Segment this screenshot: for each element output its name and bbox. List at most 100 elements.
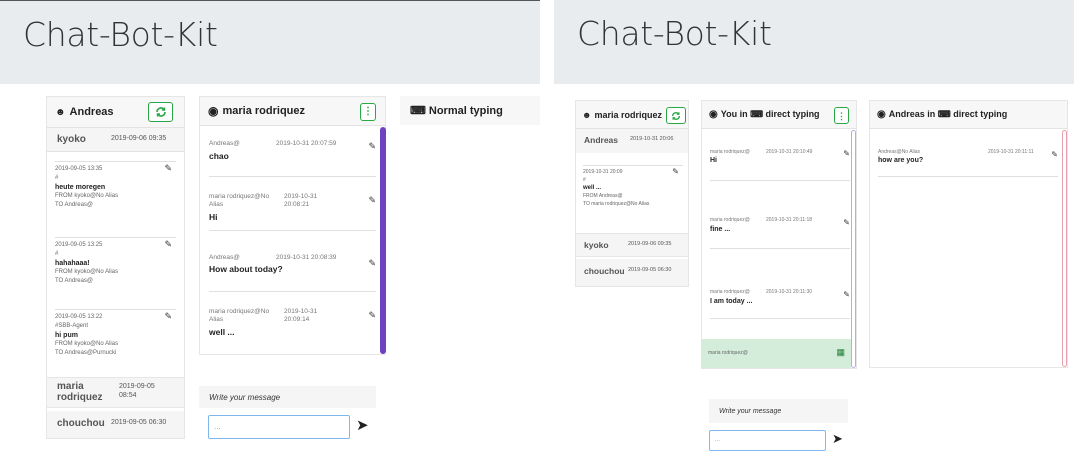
send-bird-icon[interactable]: ➤ [356,416,369,434]
chat-panel: ◉ You in ⌨ direct typing ⋮ maria rodriqu… [701,100,857,369]
message-from: FROM kyoko@No Alias [55,341,119,347]
users-panel: ☻ maria rodriquez Andreas 2019-10-31 20:… [575,100,689,287]
contact-name: kyoko [57,134,86,145]
edit-icon[interactable]: ✎ [843,290,850,299]
message-text: fine ... [710,226,731,233]
edit-icon[interactable]: ✎ [164,240,172,249]
edit-icon[interactable]: ✎ [368,310,376,321]
current-user-name: Andreas [69,106,114,118]
message-author: maria rodriquez@No Alias [209,193,270,208]
andreas-scrollbar[interactable] [1062,130,1067,367]
contact-item-chouchou[interactable]: chouchou 2019-09-05 06:30 [576,259,688,286]
chat-panel-header: ◉ You in ⌨ direct typing ⋮ [702,101,856,129]
contact-item-maria-rodriquez[interactable]: maria rodriquez 2019-09-05 08:54 [47,377,184,408]
message-text: hahahaaa! [55,260,90,267]
chat-panel: ◉ maria rodriquez ⋮ Andreas@ 2019-10-31 … [199,96,386,355]
send-bird-icon[interactable]: ➤ [832,431,843,447]
message-text: how are you? [878,157,924,164]
message-text: hi pum [55,332,78,339]
chat-panel-header: ◉ maria rodriquez ⋮ [200,97,385,126]
message-date: 2019-10-31 20:07:59 [276,140,337,147]
message-text: well ... [583,185,602,191]
message-date: 2019-09-05 13:35 [55,166,103,172]
user-circle-icon: ◉ [709,109,718,120]
message-author: maria rodriquez@ [710,217,750,223]
message-date: 2019-09-05 13:25 [55,242,103,248]
app-title: Chat-Bot-Kit [23,15,218,54]
file-icon[interactable]: ▦ [836,347,845,358]
message-date: 2019-10-31 20:10:49 [766,149,813,155]
message-date: 2019-10-31 20:11:11 [988,149,1034,155]
chat-scrollbar[interactable] [380,127,386,354]
write-message-label: Write your message [709,399,848,423]
typing-panel-header: ⌨ Normal typing [400,96,540,125]
current-user-name: maria rodriquez [594,109,663,120]
message-author: maria rodriquez@ [710,289,750,295]
message-date: 2019-09-05 13:22 [55,314,103,320]
message-author: maria rodriquez@No Alias [209,308,270,323]
message-text: well ... [209,327,235,337]
contact-item-chouchou[interactable]: chouchou 2019-09-05 06:30 [47,411,184,438]
contact-date: 2019-09-05 06:30 [628,267,672,273]
contact-item-andreas[interactable]: Andreas 2019-10-31 20:06 [576,129,688,153]
refresh-button[interactable] [666,107,686,124]
users-panel-header: ☻ maria rodriquez [576,101,688,129]
message-text: Hi [209,212,218,222]
app-header-left: Chat-Bot-Kit [0,0,540,84]
message-from: FROM kyoko@No Alias [55,193,119,199]
draft-message: maria rodriquez@ ▦ [702,339,851,368]
message-tag: #SBB-Agent [55,323,89,329]
andreas-panel-title: Andreas in ⌨ direct typing [888,109,1008,119]
message-author: maria rodriquez@ [710,149,750,155]
message-text: heute moregen [55,184,106,191]
contact-name: chouchou [584,266,625,276]
chat-title: maria rodriquez [222,105,306,117]
sync-icon [155,107,166,117]
edit-icon[interactable]: ✎ [843,149,850,158]
andreas-panel-header: ◉ Andreas in ⌨ direct typing [870,101,1067,129]
menu-button[interactable]: ⋮ [360,103,376,121]
message-tag: # [55,175,59,181]
edit-icon[interactable]: ✎ [1051,150,1058,159]
contact-item-kyoko[interactable]: kyoko 2019-09-06 09:35 [47,128,184,152]
message-tag: # [55,251,59,257]
edit-icon[interactable]: ✎ [843,218,850,227]
message-date: 2019-10-31 20:09 [583,169,623,175]
message-item: 2019-09-05 13:22 #SBB-Agent hi pum FROM … [55,309,176,369]
chat-scrollbar[interactable] [851,130,856,368]
message-from: FROM kyoko@No Alias [55,269,119,275]
contact-date: 2019-09-05 08:54 [119,383,155,399]
message-to: TO Andreas@ [55,278,93,284]
chat-message: maria rodriquez@No Alias 2019-10-31 20:0… [209,304,376,344]
user-circle-icon: ☻ [55,106,66,118]
user-circle-icon: ◉ [877,109,886,120]
contact-name: chouchou [57,418,105,429]
vertical-dots-icon: ⋮ [837,110,846,121]
keyboard-icon: ⌨ [410,105,426,117]
edit-icon[interactable]: ✎ [368,195,376,206]
andreas-typing-panel: ◉ Andreas in ⌨ direct typing Andreas@No … [869,100,1068,368]
write-message-label: Write your message [199,386,376,408]
edit-icon[interactable]: ✎ [368,258,376,269]
contact-date: 2019-09-06 09:35 [628,241,672,247]
message-item: 2019-09-05 13:35 # heute moregen FROM ky… [55,161,176,221]
edit-icon[interactable]: ✎ [164,164,172,173]
refresh-button[interactable] [148,102,173,122]
edit-icon[interactable]: ✎ [164,312,172,321]
message-date: 2019-10-31 20:08:21 [284,193,318,208]
contact-date: 2019-10-31 20:06 [630,136,674,142]
chat-title: You in ⌨ direct typing [720,109,820,119]
message-text: chao [209,151,229,161]
edit-icon[interactable]: ✎ [672,168,679,176]
message-to: TO maria rodriquez@No Alias [583,201,650,207]
menu-button[interactable]: ⋮ [834,107,849,124]
message-to: TO Andreas@Purnucki [55,350,117,356]
contact-item-kyoko[interactable]: kyoko 2019-09-06 09:35 [576,233,688,257]
message-input[interactable]: ... [208,415,350,439]
message-tag: # [583,177,586,183]
message-to: TO Andreas@ [55,202,93,208]
edit-icon[interactable]: ✎ [368,141,376,152]
message-input[interactable]: ... [709,430,826,451]
chat-message: maria rodriquez@ 2019-10-31 20:11:18 fin… [710,213,850,249]
chat-message: Andreas@No Alias 2019-10-31 20:11:11 how… [878,145,1058,177]
